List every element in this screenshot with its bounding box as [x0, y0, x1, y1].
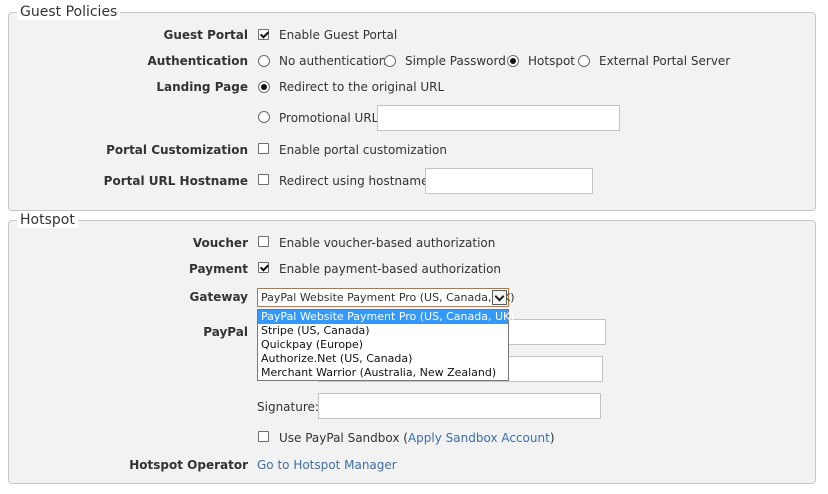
portal-customization-option: Enable portal customization [279, 143, 447, 157]
auth-simple-password-option: Simple Password [405, 54, 506, 68]
authentication-label: Authentication [147, 54, 249, 68]
payment-checkbox[interactable] [258, 262, 269, 273]
sandbox-text: Use PayPal Sandbox ( [279, 431, 408, 445]
landing-promotional-url-option: Promotional URL [279, 111, 379, 125]
auth-external-portal-option: External Portal Server [599, 54, 731, 68]
chevron-down-icon[interactable] [492, 290, 507, 305]
landing-page-label: Landing Page [156, 80, 248, 94]
auth-simple-password-radio[interactable] [384, 55, 396, 67]
guest-portal-label: Guest Portal [163, 28, 249, 42]
portal-customization-label: Portal Customization [106, 143, 248, 157]
payment-option: Enable payment-based authorization [279, 262, 502, 276]
sandbox-checkbox[interactable] [258, 431, 269, 442]
guest-policies-legend: Guest Policies [17, 4, 121, 20]
apply-sandbox-account-link[interactable]: Apply Sandbox Account [408, 431, 550, 445]
auth-hotspot-option: Hotspot [528, 54, 575, 68]
landing-original-url-option: Redirect to the original URL [279, 80, 445, 94]
hotspot-legend: Hotspot [17, 212, 78, 228]
gateway-label: Gateway [189, 290, 248, 304]
voucher-checkbox[interactable] [258, 236, 269, 247]
signature-label: Signature: [257, 400, 319, 414]
gateway-option-merchant-warrior[interactable]: Merchant Warrior (Australia, New Zealand… [258, 366, 508, 380]
auth-no-auth-radio[interactable] [258, 55, 270, 67]
gateway-option-quickpay[interactable]: Quickpay (Europe) [258, 338, 508, 352]
auth-hotspot-radio[interactable] [507, 55, 519, 67]
guest-portal-checkbox[interactable] [258, 29, 269, 40]
portal-customization-checkbox[interactable] [258, 143, 269, 154]
signature-input[interactable] [318, 393, 601, 419]
auth-no-auth-option: No authentication [279, 54, 387, 68]
payment-label: Payment [189, 262, 248, 276]
portal-url-hostname-label: Portal URL Hostname [103, 174, 248, 188]
portal-url-hostname-checkbox[interactable] [258, 174, 269, 185]
gateway-option-stripe[interactable]: Stripe (US, Canada) [258, 324, 508, 338]
guest-portal-option: Enable Guest Portal [279, 28, 398, 42]
landing-original-url-radio[interactable] [258, 81, 270, 93]
auth-external-portal-radio[interactable] [578, 55, 590, 67]
gateway-selected-value: PayPal Website Payment Pro (US, Canada, … [261, 291, 515, 304]
voucher-option: Enable voucher-based authorization [279, 236, 496, 250]
hotspot-manager-link[interactable]: Go to Hotspot Manager [257, 458, 397, 472]
sandbox-close-paren: ) [549, 431, 555, 445]
portal-url-hostname-input[interactable] [425, 168, 593, 194]
gateway-option-paypal[interactable]: PayPal Website Payment Pro (US, Canada, … [258, 310, 515, 324]
landing-promotional-url-radio[interactable] [258, 111, 270, 123]
gateway-select[interactable]: PayPal Website Payment Pro (US, Canada, … [257, 288, 515, 307]
hotspot-operator-label: Hotspot Operator [129, 458, 248, 472]
promotional-url-input[interactable] [377, 105, 620, 131]
sandbox-option: Use PayPal Sandbox (Apply Sandbox Accoun… [279, 431, 555, 445]
portal-url-hostname-option: Redirect using hostname [279, 174, 429, 188]
gateway-dropdown-list[interactable]: PayPal Website Payment Pro (US, Canada, … [257, 309, 515, 381]
paypal-label: PayPal [203, 325, 248, 339]
gateway-option-authorize-net[interactable]: Authorize.Net (US, Canada) [258, 352, 508, 366]
voucher-label: Voucher [192, 236, 248, 250]
